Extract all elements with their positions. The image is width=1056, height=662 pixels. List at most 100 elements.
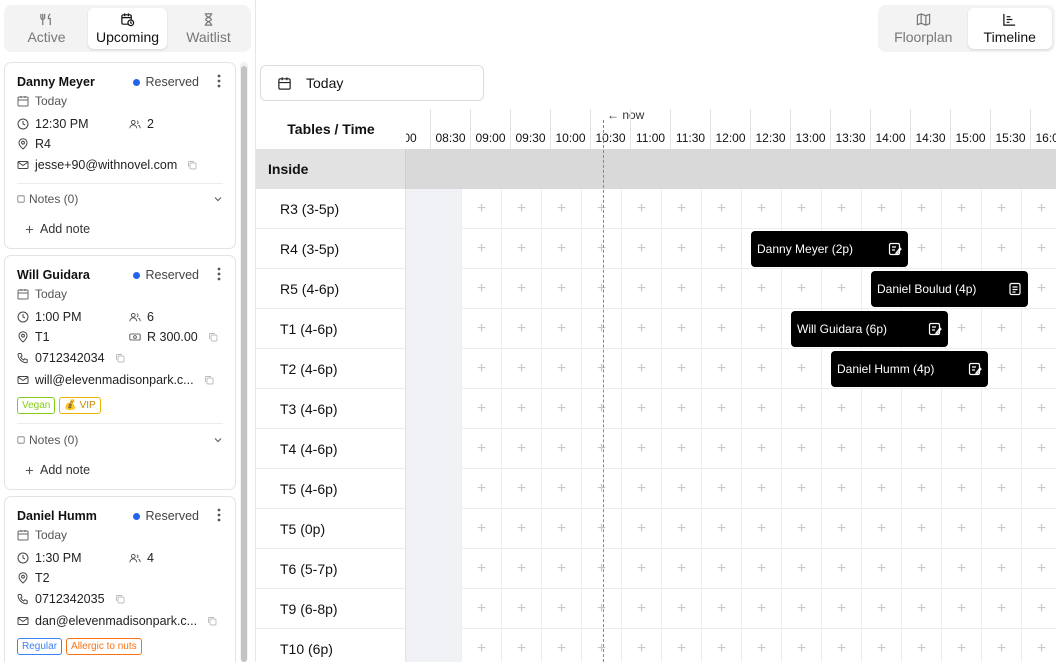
add-booking-cell[interactable]: +: [701, 269, 741, 309]
add-booking-cell[interactable]: +: [661, 229, 701, 269]
copy-icon[interactable]: [115, 353, 125, 363]
scrollbar-thumb[interactable]: [241, 66, 247, 662]
add-booking-cell[interactable]: +: [461, 389, 501, 429]
add-booking-cell[interactable]: +: [701, 589, 741, 629]
add-booking-cell[interactable]: +: [821, 629, 861, 662]
add-booking-cell[interactable]: +: [1021, 549, 1056, 589]
add-booking-cell[interactable]: +: [581, 229, 621, 269]
add-booking-cell[interactable]: +: [701, 229, 741, 269]
booking-block[interactable]: Daniel Boulud (4p): [871, 271, 1028, 307]
add-booking-cell[interactable]: +: [1021, 509, 1056, 549]
add-booking-cell[interactable]: +: [941, 189, 981, 229]
add-booking-cell[interactable]: +: [941, 629, 981, 662]
add-booking-cell[interactable]: +: [941, 389, 981, 429]
add-booking-cell[interactable]: +: [541, 549, 581, 589]
add-booking-cell[interactable]: +: [901, 429, 941, 469]
add-booking-cell[interactable]: +: [661, 189, 701, 229]
add-booking-cell[interactable]: +: [741, 589, 781, 629]
add-booking-cell[interactable]: +: [621, 389, 661, 429]
add-booking-cell[interactable]: +: [821, 469, 861, 509]
add-booking-cell[interactable]: +: [781, 389, 821, 429]
add-booking-cell[interactable]: +: [621, 469, 661, 509]
add-booking-cell[interactable]: +: [661, 589, 701, 629]
table-name[interactable]: R3 (3-5p): [256, 189, 406, 229]
notes-toggle[interactable]: Notes (0): [17, 192, 223, 206]
add-booking-cell[interactable]: +: [741, 469, 781, 509]
add-booking-cell[interactable]: +: [501, 389, 541, 429]
add-booking-cell[interactable]: +: [861, 189, 901, 229]
add-booking-cell[interactable]: +: [621, 229, 661, 269]
add-booking-cell[interactable]: +: [861, 469, 901, 509]
add-booking-cell[interactable]: +: [701, 189, 741, 229]
add-booking-cell[interactable]: +: [541, 189, 581, 229]
add-booking-cell[interactable]: +: [581, 349, 621, 389]
add-booking-cell[interactable]: +: [861, 389, 901, 429]
more-options-icon[interactable]: [217, 508, 221, 522]
add-booking-cell[interactable]: +: [661, 429, 701, 469]
add-booking-cell[interactable]: +: [1021, 189, 1056, 229]
add-booking-cell[interactable]: +: [981, 429, 1021, 469]
table-name[interactable]: T4 (4-6p): [256, 429, 406, 469]
add-booking-cell[interactable]: +: [781, 429, 821, 469]
add-booking-cell[interactable]: +: [541, 629, 581, 662]
add-booking-cell[interactable]: +: [981, 189, 1021, 229]
add-booking-cell[interactable]: +: [821, 429, 861, 469]
add-booking-cell[interactable]: +: [741, 629, 781, 662]
tab-waitlist[interactable]: Waitlist: [169, 8, 248, 49]
add-booking-cell[interactable]: +: [901, 589, 941, 629]
add-booking-cell[interactable]: +: [861, 429, 901, 469]
add-booking-cell[interactable]: +: [541, 309, 581, 349]
add-booking-cell[interactable]: +: [461, 349, 501, 389]
add-booking-cell[interactable]: +: [501, 349, 541, 389]
table-name[interactable]: R5 (4-6p): [256, 269, 406, 309]
add-booking-cell[interactable]: +: [741, 269, 781, 309]
add-booking-cell[interactable]: +: [621, 629, 661, 662]
add-booking-cell[interactable]: +: [661, 469, 701, 509]
add-booking-cell[interactable]: +: [1021, 629, 1056, 662]
add-booking-cell[interactable]: +: [1021, 429, 1056, 469]
add-booking-cell[interactable]: +: [901, 189, 941, 229]
tab-timeline[interactable]: Timeline: [967, 8, 1052, 49]
add-booking-cell[interactable]: +: [541, 429, 581, 469]
add-booking-cell[interactable]: +: [501, 229, 541, 269]
add-booking-cell[interactable]: +: [941, 229, 981, 269]
add-booking-cell[interactable]: +: [941, 469, 981, 509]
add-booking-cell[interactable]: +: [701, 629, 741, 662]
add-booking-cell[interactable]: +: [741, 389, 781, 429]
add-booking-cell[interactable]: +: [541, 589, 581, 629]
add-booking-cell[interactable]: +: [581, 429, 621, 469]
add-booking-cell[interactable]: +: [981, 469, 1021, 509]
add-booking-cell[interactable]: +: [941, 429, 981, 469]
add-booking-cell[interactable]: +: [741, 549, 781, 589]
add-booking-cell[interactable]: +: [581, 589, 621, 629]
reservation-card[interactable]: Will Guidara Reserved Today 1:00 PM 6 T1…: [4, 255, 236, 490]
table-name[interactable]: T9 (6-8p): [256, 589, 406, 629]
note-edit-icon[interactable]: [928, 322, 942, 336]
table-name[interactable]: T2 (4-6p): [256, 349, 406, 389]
add-booking-cell[interactable]: +: [581, 629, 621, 662]
table-name[interactable]: T10 (6p): [256, 629, 406, 662]
add-booking-cell[interactable]: +: [461, 469, 501, 509]
add-booking-cell[interactable]: +: [901, 629, 941, 662]
add-booking-cell[interactable]: +: [461, 189, 501, 229]
add-booking-cell[interactable]: +: [1021, 469, 1056, 509]
add-booking-cell[interactable]: +: [781, 629, 821, 662]
add-booking-cell[interactable]: +: [541, 509, 581, 549]
add-booking-cell[interactable]: +: [981, 629, 1021, 662]
add-booking-cell[interactable]: +: [621, 429, 661, 469]
add-booking-cell[interactable]: +: [621, 549, 661, 589]
add-booking-cell[interactable]: +: [461, 509, 501, 549]
add-booking-cell[interactable]: +: [1021, 349, 1056, 389]
add-booking-cell[interactable]: +: [861, 549, 901, 589]
note-edit-icon[interactable]: [968, 362, 982, 376]
add-booking-cell[interactable]: +: [901, 549, 941, 589]
add-booking-cell[interactable]: +: [461, 549, 501, 589]
add-booking-cell[interactable]: +: [661, 349, 701, 389]
add-booking-cell[interactable]: +: [1021, 389, 1056, 429]
add-booking-cell[interactable]: +: [581, 509, 621, 549]
add-booking-cell[interactable]: +: [621, 309, 661, 349]
add-booking-cell[interactable]: +: [821, 389, 861, 429]
add-booking-cell[interactable]: +: [701, 309, 741, 349]
add-booking-cell[interactable]: +: [501, 309, 541, 349]
table-name[interactable]: T3 (4-6p): [256, 389, 406, 429]
